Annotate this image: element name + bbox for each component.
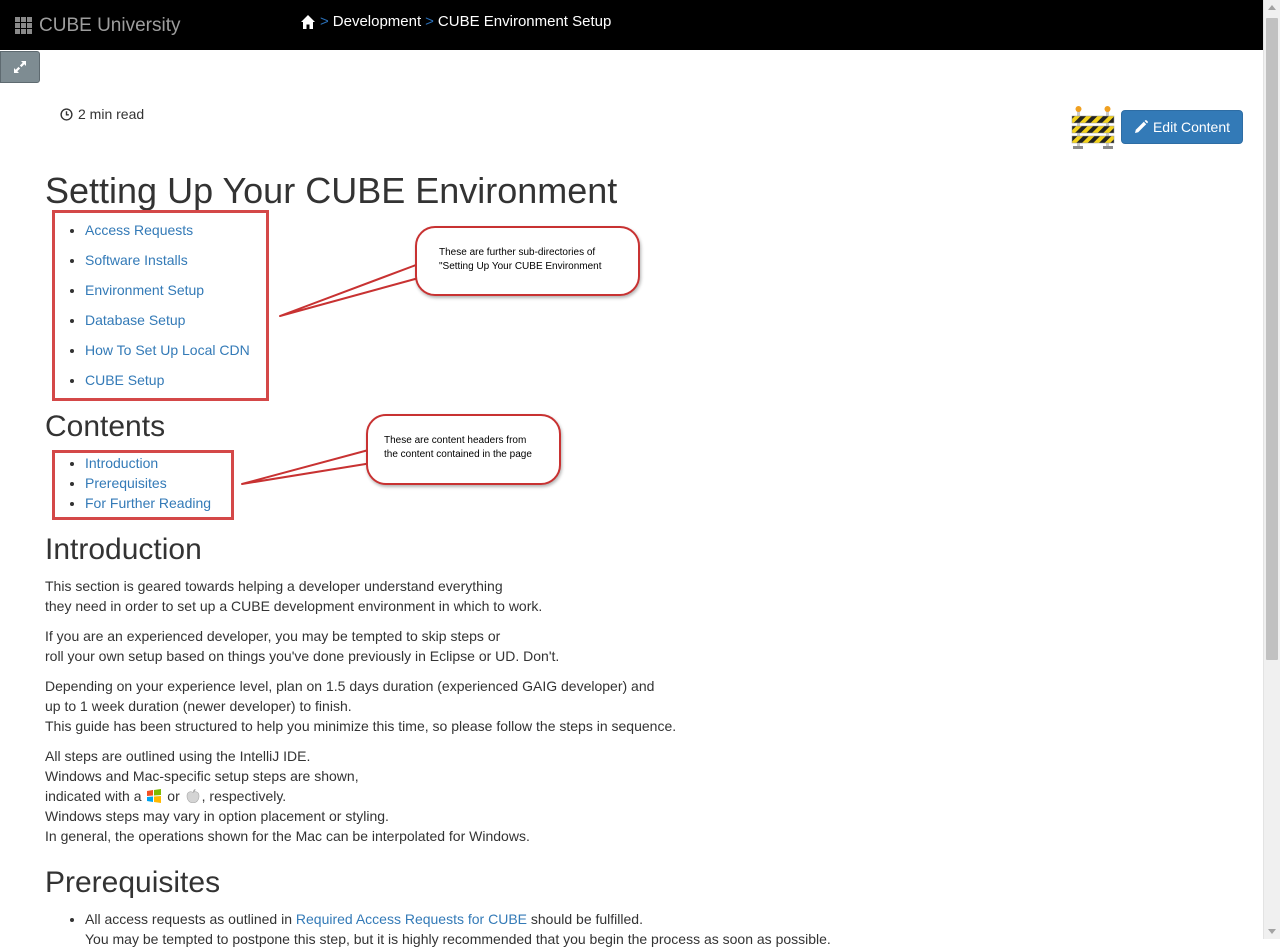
- required-access-requests-link[interactable]: Required Access Requests for CUBE: [296, 911, 527, 927]
- callout-line: the content contained in the page: [384, 449, 532, 460]
- text-fragment: indicated with a: [45, 788, 146, 804]
- breadcrumb: > Development > CUBE Environment Setup: [300, 13, 611, 30]
- text-line: You may be tempted to postpone this step…: [85, 931, 831, 947]
- scroll-up-icon[interactable]: [1268, 5, 1276, 10]
- prerequisites-heading: Prerequisites: [45, 866, 221, 899]
- vertical-scrollbar[interactable]: [1263, 0, 1280, 939]
- text-fragment: or: [163, 788, 184, 804]
- intro-paragraph-4: All steps are outlined using the Intelli…: [45, 746, 530, 846]
- breadcrumb-development[interactable]: Development: [333, 13, 421, 30]
- read-time-label: 2 min read: [78, 106, 145, 122]
- windows-icon: [147, 789, 162, 803]
- text-line: In general, the operations shown for the…: [45, 828, 530, 844]
- subdirectory-highlight-box: [52, 210, 269, 401]
- text-line: Depending on your experience level, plan…: [45, 678, 655, 694]
- callout-line: These are further sub-directories of: [439, 247, 596, 258]
- breadcrumb-current: CUBE Environment Setup: [437, 13, 612, 30]
- intro-paragraph-3: Depending on your experience level, plan…: [45, 676, 676, 736]
- text-line: Windows steps may vary in option placeme…: [45, 808, 389, 824]
- subdirectory-callout: These are further sub-directories of "Se…: [415, 226, 640, 296]
- toc-highlight-box: [52, 450, 234, 520]
- read-time: 2 min read: [60, 106, 144, 122]
- breadcrumb-separator: >: [425, 13, 434, 30]
- text-fragment: , respectively.: [201, 788, 287, 804]
- text-line: up to 1 week duration (newer developer) …: [45, 698, 352, 714]
- expand-button[interactable]: [0, 51, 40, 83]
- text-line: they need in order to set up a CUBE deve…: [45, 598, 543, 614]
- apple-icon: [186, 789, 199, 803]
- construction-icon: [1071, 106, 1115, 149]
- callout-line: These are content headers from: [384, 435, 527, 446]
- text-fragment: All access requests as outlined in: [85, 911, 296, 927]
- text-line: If you are an experienced developer, you…: [45, 628, 501, 644]
- text-line: This guide has been structured to help y…: [45, 718, 677, 734]
- scroll-thumb[interactable]: [1266, 18, 1278, 660]
- scroll-down-icon[interactable]: [1268, 929, 1276, 934]
- page-title: Setting Up Your CUBE Environment: [45, 170, 618, 211]
- intro-paragraph-2: If you are an experienced developer, you…: [45, 626, 559, 666]
- text-line: roll your own setup based on things you'…: [45, 648, 560, 664]
- expand-icon: [14, 61, 26, 73]
- contents-heading: Contents: [45, 410, 166, 443]
- top-navbar: CUBE University > Development > CUBE Env…: [0, 0, 1263, 50]
- apps-grid-icon[interactable]: [15, 17, 32, 34]
- introduction-heading: Introduction: [45, 533, 202, 566]
- home-icon[interactable]: [300, 14, 316, 30]
- pencil-icon: [1134, 120, 1148, 133]
- clock-icon: [60, 107, 73, 121]
- text-line: Windows and Mac-specific setup steps are…: [45, 768, 359, 784]
- callout-line: "Setting Up Your CUBE Environment: [439, 261, 602, 272]
- edit-content-label: Edit Content: [1152, 119, 1231, 135]
- list-item: All access requests as outlined in Requi…: [85, 909, 831, 949]
- edit-content-button[interactable]: Edit Content: [1121, 110, 1243, 144]
- text-line: This section is geared towards helping a…: [45, 578, 503, 594]
- brand-link[interactable]: CUBE University: [39, 15, 180, 37]
- intro-paragraph-1: This section is geared towards helping a…: [45, 576, 542, 616]
- breadcrumb-separator: >: [320, 13, 329, 30]
- prerequisites-list: All access requests as outlined in Requi…: [45, 909, 831, 949]
- toc-callout: These are content headers from the conte…: [366, 414, 561, 485]
- text-line: All steps are outlined using the Intelli…: [45, 748, 311, 764]
- text-fragment: should be fulfilled.: [527, 911, 643, 927]
